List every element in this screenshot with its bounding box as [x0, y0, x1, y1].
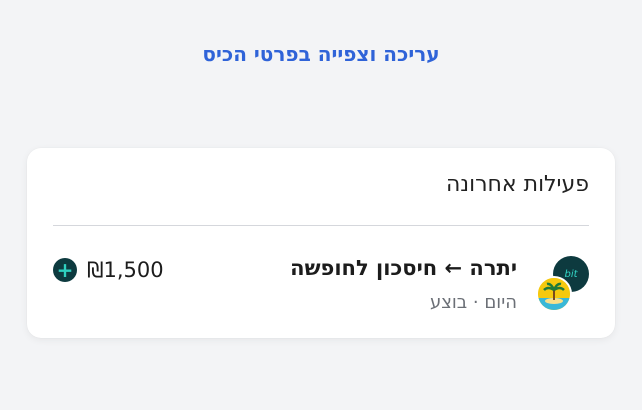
- plus-icon: +: [53, 258, 77, 282]
- palm-tree-icon: [536, 276, 572, 312]
- activity-status: היום · בוצע: [429, 292, 517, 313]
- recent-activity-card: פעילות אחרונה bit יתרה ← חיסכון לחופשה ה…: [27, 148, 615, 338]
- recent-activity-title: פעילות אחרונה: [445, 172, 589, 197]
- activity-avatar: bit: [536, 256, 589, 312]
- activity-amount-group: + ₪1,500: [53, 256, 164, 284]
- activity-title: יתרה ← חיסכון לחופשה: [290, 256, 517, 280]
- activity-amount: ₪1,500: [87, 258, 164, 282]
- edit-pocket-details-link[interactable]: עריכה וצפייה בפרטי הכיס: [0, 42, 642, 66]
- activity-row[interactable]: bit יתרה ← חיסכון לחופשה היום · בוצע + ₪…: [53, 244, 589, 314]
- divider: [53, 225, 589, 226]
